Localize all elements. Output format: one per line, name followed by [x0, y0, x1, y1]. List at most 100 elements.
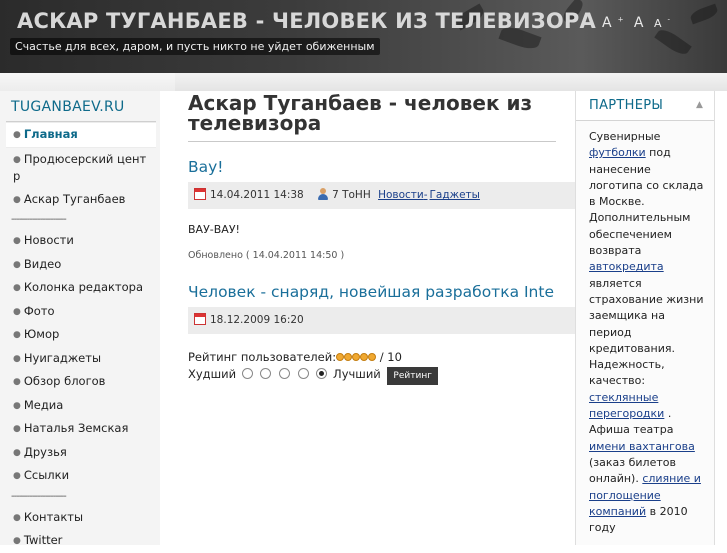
sidebar-item[interactable]: ● Аскар Туганбаев [6, 188, 156, 212]
article-date: 18.12.2009 16:20 [210, 314, 304, 326]
sidebar-item[interactable]: ● Нуигаджеты [6, 347, 156, 371]
bullet-icon: ● [13, 400, 21, 411]
bullet-icon: ● [13, 306, 21, 317]
star-icon [360, 353, 369, 361]
partners-text-2: под нанесение логотипа со склада в Москв… [589, 146, 704, 258]
bullet-icon: ● [13, 154, 21, 165]
font-size-tools: A + A A- [602, 15, 676, 31]
site-header: АСКАР ТУГАНБАЕВ - ЧЕЛОВЕК ИЗ ТЕЛЕВИЗОРА … [0, 0, 727, 73]
sidebar-item[interactable]: ● Ссылки [6, 464, 156, 488]
star-icon [336, 353, 345, 361]
sidebar-item-label: Фото [23, 303, 55, 318]
bullet-icon: ● [13, 424, 21, 434]
main-menu: ● Главная ● Продюсерский цент р ● Аскар Туган… [6, 122, 156, 553]
sidebar-item-label: Юмор [23, 327, 60, 341]
bullet-icon: ● [13, 471, 21, 481]
rating-stars [336, 350, 377, 364]
partner-link-autocredit[interactable]: автокредита [589, 260, 664, 273]
partners-title: ПАРТНЕРЫ [589, 98, 664, 113]
sidebar-item-label: Друзья [23, 444, 67, 459]
sidebar-item[interactable]: ● Новости [6, 229, 156, 253]
header-decor [688, 3, 720, 25]
rating-max: / 10 [379, 350, 402, 364]
partner-link-glass-partitions[interactable]: стеклянные перегородки [589, 391, 664, 420]
sidebar-item[interactable]: ● Юмор [6, 323, 156, 347]
sidebar-item[interactable]: ● Видео [6, 253, 156, 277]
sidebar-item[interactable]: ● Обзор блогов [6, 370, 156, 394]
page-title: Аскар Туганбаев - человек из телевизора [188, 93, 556, 142]
collapse-icon[interactable]: ▲ [696, 100, 703, 110]
category-link[interactable]: Новости [378, 189, 424, 201]
article-author: 7 ТоНН [332, 189, 371, 201]
bullet-icon: ● [13, 330, 21, 340]
article-meta: 14.04.2011 14:38 7 ТоНН Новости- Гаджеты [188, 182, 580, 209]
article-title[interactable]: Человек - снаряд, новейшая разработка In… [188, 283, 580, 301]
bullet-icon: ● [13, 447, 21, 458]
sidebar-title: TUGANBAEV.RU [6, 96, 156, 122]
rating-label: Рейтинг пользователей: [188, 350, 337, 364]
sidebar-item-label: Продюсерский цент р [13, 151, 147, 184]
bullet-icon: ● [13, 130, 21, 140]
sidebar-item[interactable]: ● Наталья Земская [6, 417, 156, 441]
bullet-icon: ● [13, 194, 21, 205]
partner-link-theatre[interactable]: имени вахтангова [589, 440, 695, 453]
calendar-icon [194, 313, 206, 325]
calendar-icon [194, 188, 206, 200]
sidebar: TUGANBAEV.RU ● Главная ● Продюсерский цент … [6, 96, 156, 553]
partners-text-3: является страхование жизни заемщика на п… [589, 276, 704, 388]
sidebar-item[interactable]: ● Колонка редактора [6, 276, 156, 300]
site-slogan: Счастье для всех, даром, и пусть никто н… [10, 38, 380, 55]
partners-text: Сувенирные футболки под нанесение логоти… [576, 121, 714, 536]
article-title[interactable]: Вау! [188, 158, 580, 176]
sidebar-item[interactable]: ● Медиа [6, 394, 156, 418]
sidebar-item[interactable]: ● Контакты [6, 506, 156, 530]
main-content: Аскар Туганбаев - человек из телевизора … [188, 93, 580, 385]
sidebar-item-label: Колонка редактора [23, 280, 144, 294]
sidebar-item-label: Аскар Туганбаев [23, 191, 126, 206]
article-date: 14.04.2011 14:38 [210, 189, 304, 201]
sidebar-item[interactable]: ● Продюсерский цент р [6, 148, 156, 188]
sidebar-item[interactable]: ● Twitter [6, 529, 156, 553]
article-meta: 18.12.2009 16:20 [188, 307, 580, 334]
sidebar-item-label: Обзор блогов [23, 374, 106, 388]
bullet-icon: ● [13, 236, 21, 246]
font-reset-button[interactable]: A [634, 15, 644, 31]
star-icon [368, 353, 377, 361]
site-title[interactable]: АСКАР ТУГАНБАЕВ - ЧЕЛОВЕК ИЗ ТЕЛЕВИЗОРА [17, 9, 596, 33]
menu-separator: --------------------- [11, 214, 67, 225]
sidebar-item-label: Ссылки [23, 468, 70, 482]
partner-link-tshirts[interactable]: футболки [589, 146, 646, 159]
sidebar-item[interactable]: ● Главная [6, 122, 156, 148]
rating-radio-1[interactable] [241, 368, 253, 379]
rating-radio-5[interactable] [316, 368, 328, 379]
rating-radio-2[interactable] [260, 368, 272, 379]
rating-best-label: Лучший [333, 367, 381, 381]
bullet-icon: ● [13, 259, 21, 270]
rating-summary: Рейтинг пользователей: / 10 [188, 350, 580, 364]
star-icon [344, 353, 353, 361]
rating-radio-3[interactable] [279, 368, 291, 379]
star-icon [352, 353, 361, 361]
article-body: ВАУ-ВАУ! [188, 223, 240, 236]
bullet-icon: ● [13, 353, 21, 364]
rating-widget: Рейтинг пользователей: / 10 Худший Лучши… [188, 350, 580, 385]
sidebar-item-label: Видео [23, 256, 62, 271]
sidebar-item-label: Медиа [23, 397, 64, 412]
article-updated: Обновлено ( 14.04.2011 14:50 ) [188, 250, 345, 261]
font-increase-button[interactable]: A + [602, 15, 623, 31]
sidebar-item-label: Главная [23, 127, 78, 141]
user-icon [317, 188, 329, 200]
bullet-icon: ● [13, 512, 21, 523]
bullet-icon: ● [13, 377, 21, 387]
subcategory-link[interactable]: Гаджеты [430, 189, 480, 201]
category-separator: - [423, 189, 428, 201]
rating-radio-4[interactable] [297, 368, 309, 379]
sidebar-strip [0, 73, 175, 91]
sidebar-item[interactable]: ● Фото [6, 300, 156, 324]
menu-separator: --------------------- [11, 490, 67, 502]
sidebar-item-label: Контакты [23, 509, 84, 524]
rate-button[interactable]: Рейтинг [387, 367, 438, 385]
sidebar-item[interactable]: ● Друзья [6, 441, 156, 465]
font-decrease-button[interactable]: A- [654, 15, 670, 31]
rating-worst-label: Худший [188, 367, 237, 381]
